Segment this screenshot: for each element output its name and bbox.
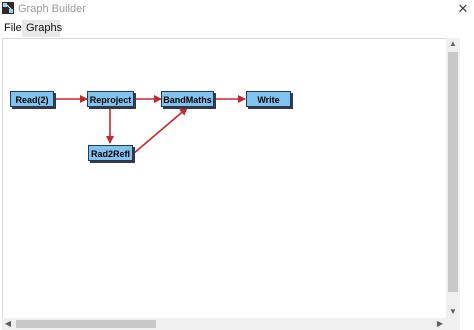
scroll-right-icon[interactable]: ▶	[434, 318, 446, 330]
close-icon[interactable]: ✕	[456, 2, 470, 16]
vertical-scrollbar[interactable]: ▲ ▼	[446, 38, 460, 318]
node-write[interactable]: Write	[246, 91, 291, 107]
menu-bar: File Graphs	[0, 20, 474, 37]
edge-rad2refl-to-bandmaths	[132, 107, 188, 155]
scroll-left-icon[interactable]: ◀	[2, 318, 14, 330]
graph-canvas[interactable]: Read(2) Reproject BandMaths Write Rad2Re…	[2, 38, 446, 319]
node-reproject[interactable]: Reproject	[87, 91, 134, 107]
horizontal-scrollbar[interactable]: ◀ ▶	[2, 318, 446, 330]
scroll-up-icon[interactable]: ▲	[446, 38, 460, 50]
node-read[interactable]: Read(2)	[10, 91, 54, 107]
graph-edges	[54, 95, 246, 155]
vertical-scroll-thumb[interactable]	[448, 52, 458, 292]
menu-graphs[interactable]: Graphs	[22, 20, 62, 37]
scroll-corner	[446, 318, 460, 330]
menu-file[interactable]: File	[0, 20, 24, 37]
node-bandmaths[interactable]: BandMaths	[161, 91, 214, 107]
scroll-down-icon[interactable]: ▼	[446, 306, 460, 318]
graph-builder-icon	[2, 2, 14, 14]
graph-builder-window: Graph Builder ✕ File Graphs Read(2) Repr…	[0, 0, 474, 330]
window-right-edge	[460, 20, 474, 330]
window-title: Graph Builder	[18, 3, 86, 15]
title-bar: Graph Builder ✕	[0, 0, 474, 20]
node-rad2refl[interactable]: Rad2Refl	[88, 145, 133, 161]
horizontal-scroll-thumb[interactable]	[16, 320, 156, 328]
